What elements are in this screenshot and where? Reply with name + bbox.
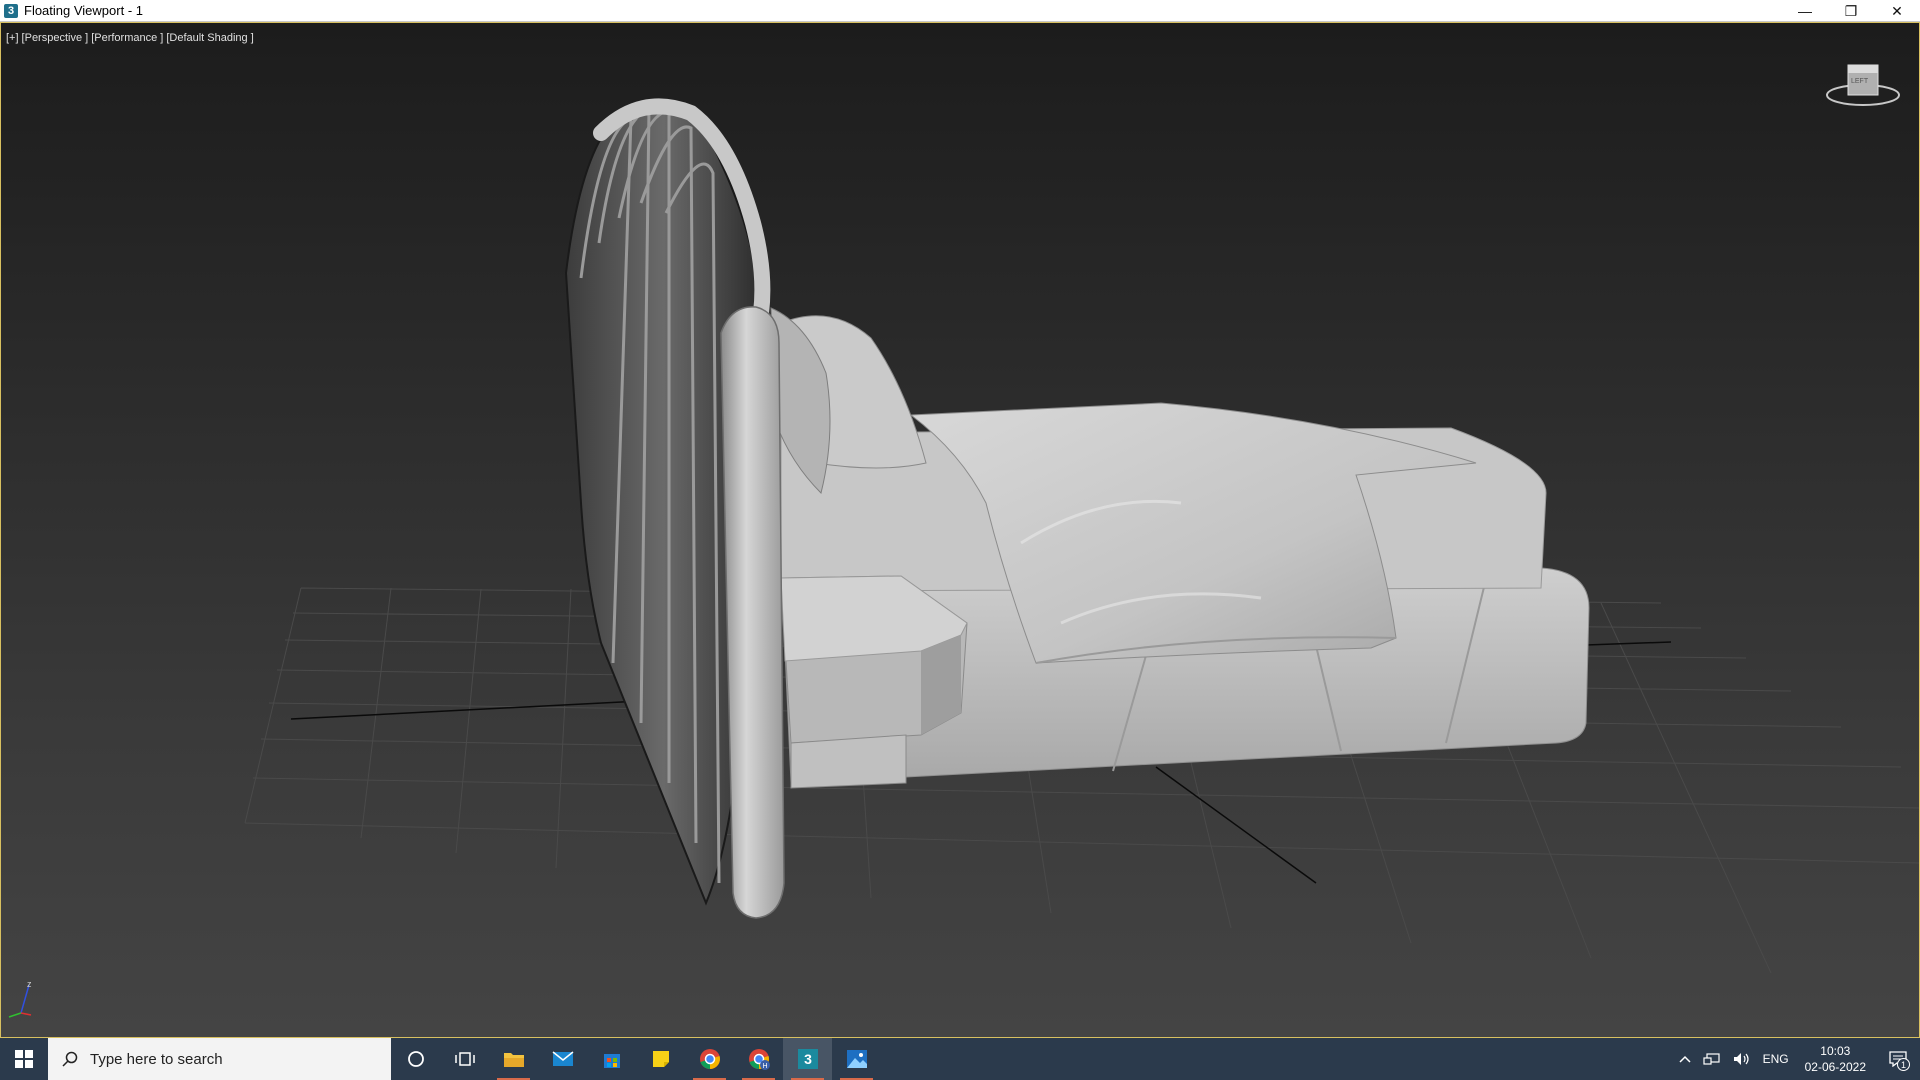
system-tray: ENG 10:03 02-06-2022 1: [1673, 1038, 1920, 1080]
bed-post: [720, 306, 785, 919]
network-button[interactable]: [1697, 1052, 1727, 1066]
mail-icon: [552, 1051, 573, 1066]
chrome-profile-badge: H: [762, 1063, 767, 1070]
viewport-menu-plus[interactable]: [+]: [6, 32, 19, 44]
restore-button[interactable]: ❐: [1828, 0, 1874, 22]
action-center-button[interactable]: 1: [1876, 1038, 1920, 1080]
3ds-max-button[interactable]: 3: [783, 1038, 832, 1080]
axis-z-label: z: [27, 979, 32, 989]
window-title: Floating Viewport - 1: [24, 3, 143, 18]
clock-time: 10:03: [1820, 1044, 1851, 1058]
chrome-profile-button[interactable]: H: [734, 1038, 783, 1080]
start-button[interactable]: [0, 1038, 48, 1080]
file-explorer-button[interactable]: [489, 1038, 538, 1080]
store-button[interactable]: [587, 1038, 636, 1080]
taskbar-search-box[interactable]: Type here to search: [48, 1038, 391, 1080]
cortana-button[interactable]: [391, 1038, 440, 1080]
sticky-notes-button[interactable]: [636, 1038, 685, 1080]
cortana-icon: [407, 1051, 424, 1067]
task-view-button[interactable]: [440, 1038, 489, 1080]
3ds-max-glyph: 3: [804, 1051, 812, 1067]
bed-model[interactable]: [564, 98, 1590, 919]
window-controls: — ❐ ✕: [1782, 0, 1920, 22]
minimize-button[interactable]: —: [1782, 0, 1828, 22]
close-button[interactable]: ✕: [1874, 0, 1920, 22]
windows-taskbar: Type here to search H 3 ENG 10:03 02-06-…: [0, 1038, 1920, 1080]
3ds-max-icon: 3: [797, 1049, 818, 1069]
store-icon: [603, 1054, 620, 1068]
viewport-view-menu[interactable]: [Perspective ]: [22, 32, 89, 44]
photos-button[interactable]: [832, 1038, 881, 1080]
window-title-bar: 3 Floating Viewport - 1 — ❐ ✕: [0, 0, 1920, 22]
folder-icon: [503, 1053, 524, 1067]
clock[interactable]: 10:03 02-06-2022: [1795, 1043, 1876, 1075]
mail-button[interactable]: [538, 1038, 587, 1080]
viewport-performance-menu[interactable]: [Performance ]: [91, 32, 163, 44]
search-placeholder: Type here to search: [90, 1050, 223, 1068]
3ds-max-app-icon: 3: [4, 3, 18, 18]
chrome-button[interactable]: [685, 1038, 734, 1080]
viewport-label: [+] [Perspective ] [Performance ] [Defau…: [6, 32, 254, 44]
sticky-notes-icon: [652, 1051, 669, 1067]
task-view-icon: [454, 1052, 475, 1066]
search-icon: [62, 1051, 78, 1067]
notification-count-badge: 1: [1897, 1058, 1910, 1071]
viewcube-face-label[interactable]: LEFT: [1851, 78, 1868, 85]
language-indicator[interactable]: ENG: [1757, 1052, 1795, 1066]
speaker-icon: [1733, 1053, 1749, 1065]
viewport-scene[interactable]: [1, 23, 1919, 1037]
volume-button[interactable]: [1727, 1052, 1757, 1066]
network-icon: [1702, 1053, 1720, 1065]
chevron-up-icon: [1679, 1055, 1691, 1063]
show-hidden-icons-button[interactable]: [1673, 1055, 1697, 1063]
photos-icon: [846, 1050, 867, 1068]
perspective-viewport[interactable]: [+] [Perspective ] [Performance ] [Defau…: [0, 22, 1920, 1038]
chrome-icon: [699, 1049, 720, 1069]
chrome-profile-icon: H: [748, 1049, 770, 1070]
viewcube[interactable]: [1826, 64, 1900, 106]
viewport-shading-menu[interactable]: [Default Shading ]: [166, 32, 253, 44]
windows-logo-icon: [15, 1050, 33, 1068]
axis-tripod: [8, 984, 32, 1018]
clock-date: 02-06-2022: [1804, 1060, 1866, 1074]
